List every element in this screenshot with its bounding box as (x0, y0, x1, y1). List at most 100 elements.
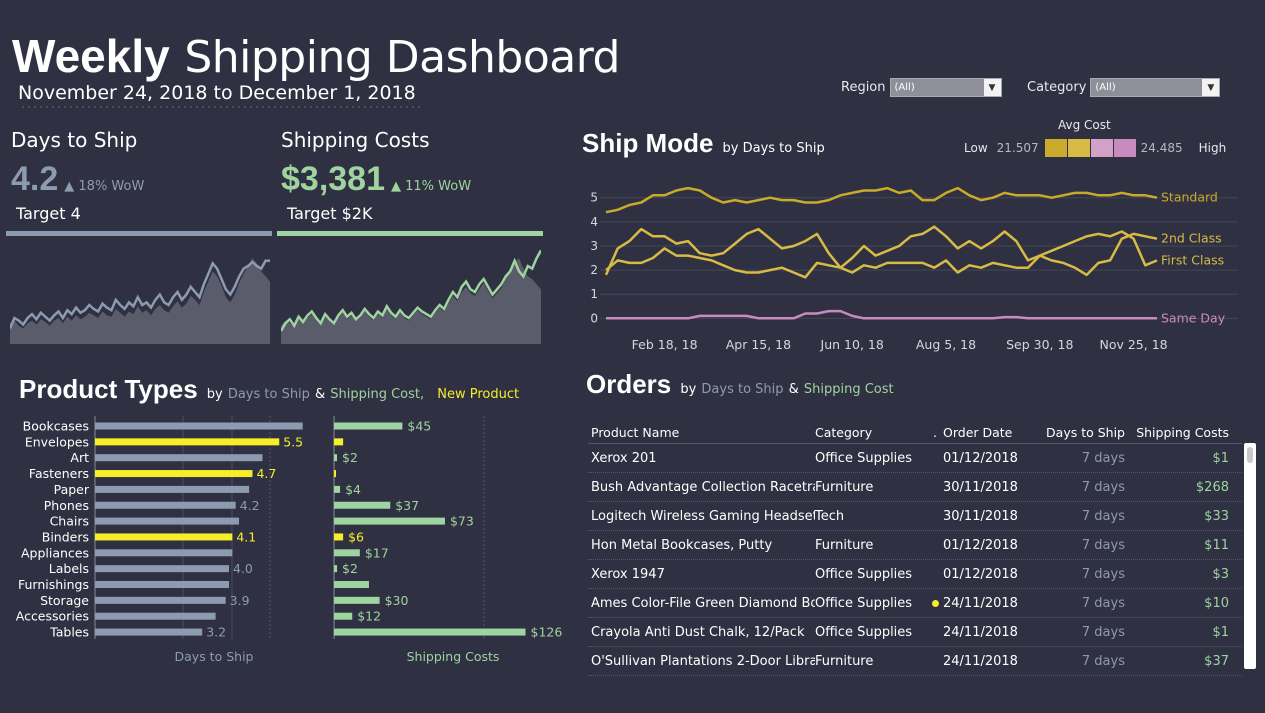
cost-bar[interactable] (334, 612, 353, 620)
cost-bar[interactable] (334, 549, 360, 557)
cost-bar-label: $12 (357, 609, 381, 624)
region-dropdown[interactable]: (All) ▼ (889, 78, 1002, 97)
product-type-label: Appliances (21, 545, 89, 560)
cell-order-date: 24/11/2018 (943, 595, 1018, 611)
orders-table-body: Xerox 201 Office Supplies 01/12/2018 7 days… (588, 444, 1242, 676)
orders-scrollbar-thumb[interactable] (1247, 447, 1253, 463)
days-bar[interactable] (95, 565, 229, 573)
cell-product-name: O'Sullivan Plantations 2-Door Libra.. (591, 653, 815, 669)
cell-shipping-cost: $10 (1204, 595, 1229, 611)
table-row[interactable]: Xerox 201 Office Supplies 01/12/2018 7 days… (588, 444, 1242, 473)
cell-order-date: 30/11/2018 (943, 508, 1018, 524)
cell-shipping-cost: $3 (1212, 566, 1229, 582)
ship-mode-series-label: First Class (1161, 252, 1224, 267)
cost-bar[interactable] (334, 628, 526, 636)
days-bar[interactable] (95, 438, 280, 446)
days-bar[interactable] (95, 470, 253, 478)
orders-scrollbar[interactable] (1244, 443, 1256, 669)
days-bar[interactable] (95, 549, 233, 557)
days-bar[interactable] (95, 596, 226, 604)
cell-shipping-cost: $1 (1212, 624, 1229, 640)
orders-amp: & (788, 382, 799, 397)
orders-days-legend: Days to Ship (701, 382, 784, 397)
cost-bar[interactable] (334, 454, 338, 462)
new-product-dot-icon (931, 599, 939, 607)
days-bar[interactable] (95, 581, 229, 588)
cost-bar[interactable] (334, 422, 403, 430)
table-row[interactable]: Hon Metal Bookcases, Putty Furniture 01/12… (588, 531, 1242, 560)
legend-high-label: High (1198, 141, 1227, 155)
ship-mode-ytick: 3 (590, 239, 598, 253)
cell-shipping-cost: $268 (1195, 479, 1229, 495)
table-row[interactable]: Logitech Wireless Gaming Headset.. Tech 30… (588, 502, 1242, 531)
category-dropdown[interactable]: (All) ▼ (1090, 78, 1221, 97)
chevron-down-icon[interactable]: ▼ (983, 79, 1001, 96)
ship-mode-subtitle: by Days to Ship (722, 141, 825, 156)
avg-cost-legend-title: Avg Cost (1058, 118, 1111, 132)
category-dropdown-value: (All) (1095, 82, 1116, 93)
days-bar[interactable] (95, 422, 303, 430)
avg-cost-legend: Low 21.507 24.485 High (964, 139, 1226, 157)
col-header-order-date[interactable]: Order Date (943, 425, 1033, 440)
col-header-category[interactable]: Category (815, 425, 927, 440)
ship-mode-chart: 0 1 2 3 4 5 Feb 18, 18 Apr 15, 18 Jun 10, 18 Aug … (590, 186, 1238, 352)
product-type-label: Storage (40, 593, 89, 608)
col-header-shipping-costs[interactable]: Shipping Costs (1125, 425, 1235, 440)
cell-shipping-cost: $1 (1212, 450, 1229, 466)
days-bar[interactable] (95, 533, 233, 541)
cost-bar[interactable] (334, 596, 380, 604)
region-filter-label: Region (841, 80, 886, 95)
table-row[interactable]: O'Sullivan Plantations 2-Door Libra.. Fur… (588, 647, 1242, 676)
chevron-down-icon[interactable]: ▼ (1202, 79, 1220, 96)
col-header-days-to-ship[interactable]: Days to Ship (1033, 425, 1125, 440)
cost-bar[interactable] (334, 470, 336, 478)
product-type-label: Bookcases (23, 419, 89, 434)
days-bar[interactable] (95, 517, 240, 525)
category-filter-label: Category (1027, 80, 1087, 95)
cost-bar-label: $37 (395, 498, 419, 513)
days-bar[interactable] (95, 485, 250, 493)
ship-mode-xtick: Aug 5, 18 (916, 337, 976, 352)
cost-bar[interactable] (334, 438, 344, 446)
cell-order-date: 01/12/2018 (943, 566, 1018, 582)
table-row[interactable]: Bush Advantage Collection Racetra.. Furni… (588, 473, 1242, 502)
days-bar[interactable] (95, 454, 263, 462)
cell-order-date: 30/11/2018 (943, 479, 1018, 495)
ship-mode-ytick: 1 (590, 287, 598, 301)
cost-bar[interactable] (334, 501, 391, 509)
cell-order-date: 01/12/2018 (943, 537, 1018, 553)
product-types-cost-legend: Shipping Cost, (330, 387, 425, 402)
product-types-days-legend: Days to Ship (227, 387, 310, 402)
legend-swatch (1113, 139, 1136, 157)
cost-bar[interactable] (334, 565, 338, 573)
kpi-cost-value-row: $3,381 ▲ 11% WoW (281, 160, 471, 199)
cell-category: Furniture (815, 537, 874, 553)
product-types-new-legend: New Product (437, 387, 520, 402)
orders-by: by (680, 382, 697, 397)
cost-bar[interactable] (334, 581, 369, 588)
cell-category: Office Supplies (815, 595, 913, 611)
kpi-cost-value: $3,381 (281, 160, 385, 198)
ship-mode-series-line[interactable] (605, 186, 1158, 214)
kpi-cost-label: Shipping Costs (281, 128, 430, 152)
kpi-days-target: Target 4 (16, 204, 81, 223)
table-row[interactable]: Ames Color-File Green Diamond Bo.. Office… (588, 589, 1242, 618)
table-row[interactable]: Crayola Anti Dust Chalk, 12/Pack Office S… (588, 618, 1242, 647)
ship-mode-series-line[interactable] (606, 309, 1157, 320)
days-bar[interactable] (95, 501, 236, 509)
cost-bar[interactable] (334, 517, 445, 525)
cost-bar[interactable] (334, 533, 344, 541)
ship-mode-ytick: 2 (590, 263, 598, 277)
ship-mode-title: Ship Mode (582, 128, 714, 158)
cell-product-name: Ames Color-File Green Diamond Bo.. (591, 595, 815, 611)
days-bar[interactable] (95, 612, 216, 620)
ship-mode-xtick: Jun 10, 18 (820, 337, 884, 352)
table-row[interactable]: Xerox 1947 Office Supplies 01/12/2018 7 day… (588, 560, 1242, 589)
col-header-new[interactable]: . (927, 425, 943, 440)
ship-mode-ytick: 5 (590, 191, 598, 205)
ship-mode-series-line[interactable] (604, 225, 1158, 277)
col-header-product-name[interactable]: Product Name (588, 425, 815, 440)
cell-days-to-ship: 7 days (1081, 508, 1125, 524)
cost-bar[interactable] (334, 485, 341, 493)
days-bar[interactable] (95, 628, 203, 636)
